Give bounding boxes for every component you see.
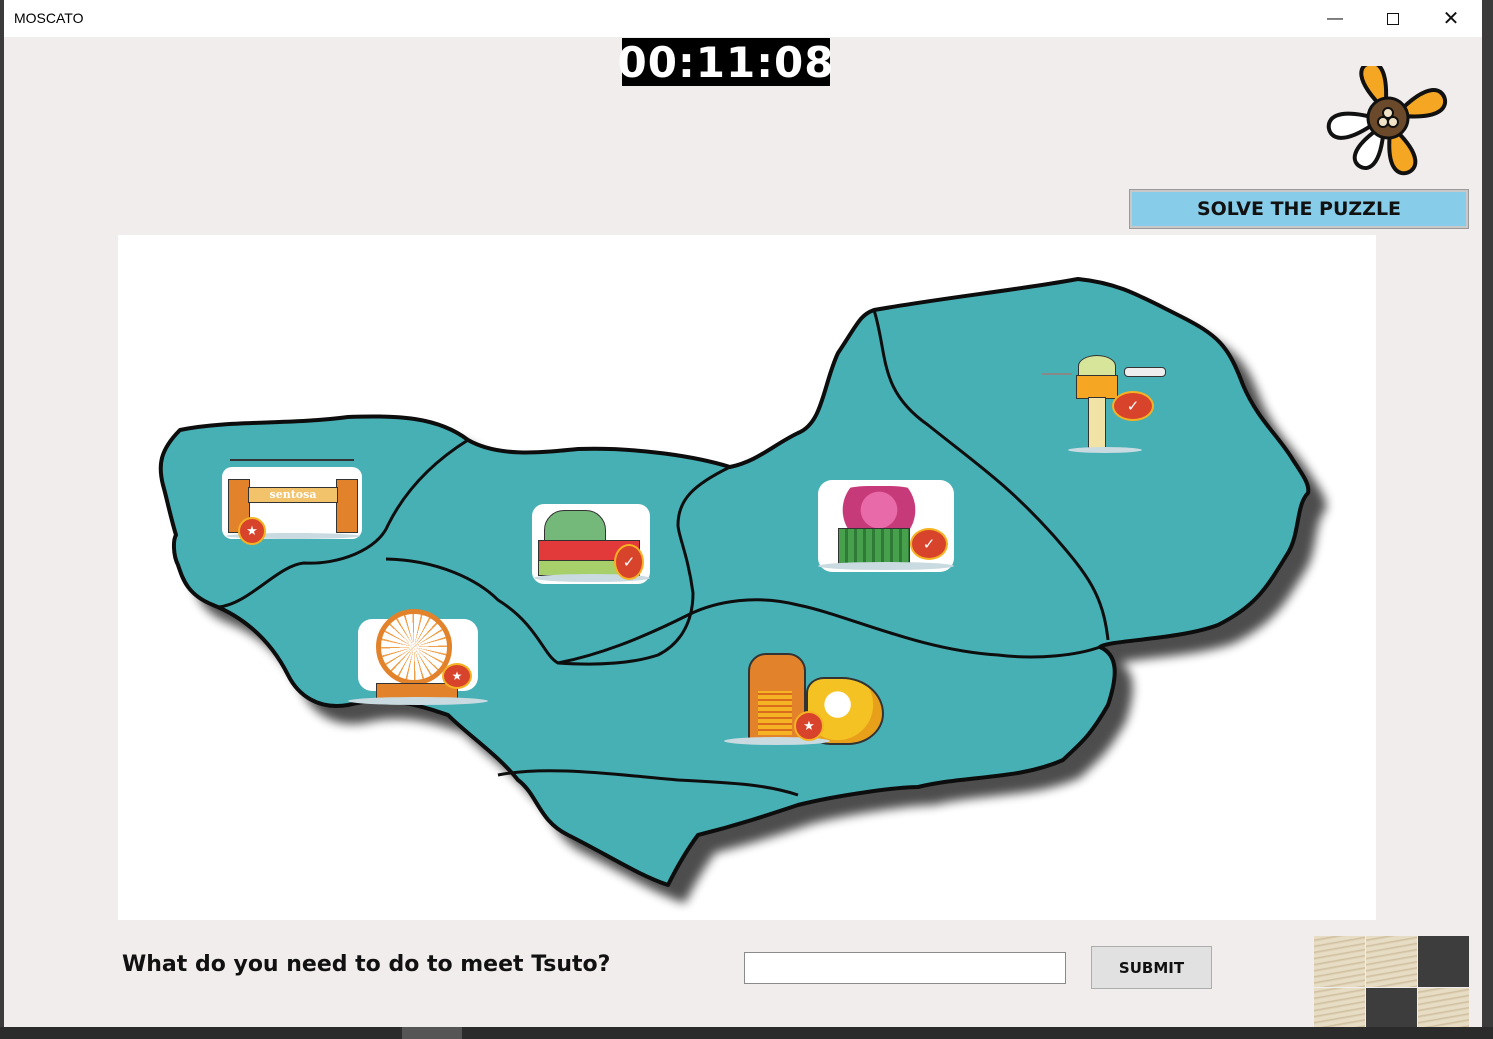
- submit-button[interactable]: SUBMIT: [1091, 946, 1212, 989]
- map-panel: sentosa ★ ✓ ✓ ✓ ★ ★: [118, 235, 1376, 920]
- puzzle-question: What do you need to do to meet Tsuto?: [122, 952, 611, 977]
- minimize-icon: —: [1327, 9, 1343, 27]
- check-badge-icon: ✓: [910, 528, 948, 560]
- check-badge-icon: ✓: [1112, 391, 1154, 421]
- puzzle-tile-empty[interactable]: [1418, 936, 1469, 987]
- solve-puzzle-button[interactable]: SOLVE THE PUZZLE: [1129, 189, 1469, 229]
- landmark-esplanade[interactable]: ✓: [528, 500, 656, 590]
- landmark-merlion[interactable]: ★: [724, 647, 884, 749]
- puzzle-tile-empty[interactable]: [1366, 988, 1417, 1027]
- close-icon: ✕: [1442, 8, 1460, 30]
- app-window: MOSCATO — ✕ 00:11:08 SOLVE THE PUZZLE se…: [4, 0, 1482, 1027]
- island-map: [158, 277, 1311, 887]
- star-badge-icon: ★: [238, 517, 266, 545]
- minimize-button[interactable]: —: [1306, 0, 1364, 37]
- puzzle-tiles[interactable]: [1314, 936, 1470, 1027]
- answer-input[interactable]: [744, 952, 1066, 984]
- landmark-flyer[interactable]: ★: [348, 607, 490, 709]
- countdown-timer: 00:11:08: [617, 37, 835, 87]
- landmark-gardens[interactable]: ✓: [814, 480, 960, 576]
- landmark-changi-tower[interactable]: ✓: [1038, 353, 1176, 457]
- maximize-icon: [1387, 12, 1399, 25]
- window-title: MOSCATO: [14, 10, 84, 26]
- puzzle-tile[interactable]: [1314, 936, 1365, 987]
- puzzle-tile[interactable]: [1366, 936, 1417, 987]
- close-button[interactable]: ✕: [1422, 0, 1480, 37]
- landmark-sentosa[interactable]: sentosa ★: [218, 453, 366, 545]
- check-badge-icon: ✓: [614, 544, 644, 580]
- title-bar: MOSCATO — ✕: [4, 0, 1482, 37]
- sentosa-sign: sentosa: [248, 487, 338, 503]
- star-badge-icon: ★: [442, 663, 472, 689]
- star-badge-icon: ★: [794, 711, 824, 741]
- puzzle-tile[interactable]: [1418, 988, 1469, 1027]
- taskbar: [0, 1027, 1493, 1039]
- maximize-button[interactable]: [1364, 0, 1422, 37]
- flower-logo-icon: [1326, 66, 1448, 176]
- taskbar-item[interactable]: [402, 1027, 462, 1039]
- puzzle-tile[interactable]: [1314, 988, 1365, 1027]
